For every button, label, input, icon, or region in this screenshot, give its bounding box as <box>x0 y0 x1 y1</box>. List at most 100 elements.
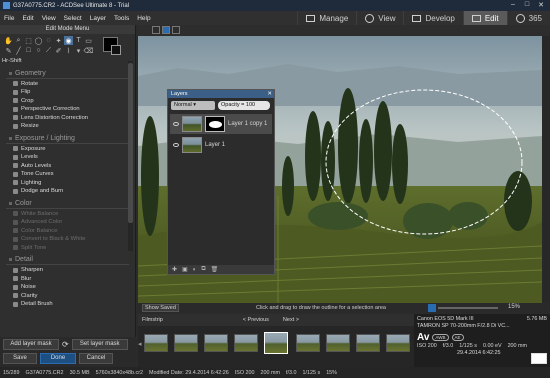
pen-tool-icon[interactable]: ✐ <box>54 46 63 55</box>
layer-mask-thumbnail[interactable] <box>205 116 225 132</box>
delete-layer-icon[interactable]: 🗑 <box>211 266 219 273</box>
filmstrip-thumbnail[interactable] <box>326 334 350 352</box>
zoom-slider[interactable] <box>438 307 498 309</box>
duplicate-layer-icon[interactable]: ▣ <box>182 266 188 273</box>
menu-select[interactable]: Select <box>60 15 86 22</box>
hand-tool-icon[interactable]: ✋ <box>4 36 13 45</box>
circle-tool-icon[interactable]: ○ <box>34 46 43 55</box>
zoom-fit-icon[interactable] <box>428 304 436 312</box>
tool-crop[interactable]: Crop <box>6 97 129 106</box>
close-icon[interactable]: ✕ <box>534 0 548 9</box>
magic-wand-icon[interactable]: ✦ <box>54 36 63 45</box>
panel-scrollbar[interactable] <box>128 61 133 251</box>
layer-row[interactable]: Layer 1 copy 1 <box>170 114 272 134</box>
tool-levels[interactable]: Levels <box>6 153 129 162</box>
menu-file[interactable]: File <box>0 15 18 22</box>
tool-lighting[interactable]: Lighting <box>6 179 129 188</box>
brush-tool-icon[interactable]: ✎ <box>4 46 13 55</box>
section-title[interactable]: Exposure / Lighting <box>6 135 129 142</box>
merge-icon[interactable]: ⧉ <box>201 266 205 273</box>
tool-resize[interactable]: Resize <box>6 122 129 131</box>
cancel-button[interactable]: Cancel <box>79 352 113 364</box>
previous-button[interactable]: < Previous <box>243 317 269 323</box>
tool-auto-levels[interactable]: Auto Levels <box>6 162 129 171</box>
menu-edit[interactable]: Edit <box>18 15 37 22</box>
lens-name: TAMRON SP 70-200mm F/2.8 Di VC... <box>417 323 510 329</box>
close-icon[interactable]: ✕ <box>267 90 272 98</box>
blend-mode-select[interactable]: Normal ▾ <box>171 101 215 110</box>
tool-blur[interactable]: Blur <box>6 275 129 284</box>
ellipse-select-icon[interactable]: ◯ <box>34 36 43 45</box>
diag-tool-icon[interactable]: ⟋ <box>44 46 53 55</box>
zoom-tool-icon[interactable]: ⌕ <box>14 36 23 45</box>
menu-layer[interactable]: Layer <box>86 15 110 22</box>
menu-tools[interactable]: Tools <box>110 15 133 22</box>
set-layer-mask-button[interactable]: Set layer mask <box>71 338 128 350</box>
section-title[interactable]: Detail <box>6 256 129 263</box>
opacity-slider[interactable]: Opacity = 100 <box>218 101 270 110</box>
save-button[interactable]: Save <box>3 352 37 364</box>
tool-flip[interactable]: Flip <box>6 88 129 97</box>
tool-detail-brush[interactable]: Detail Brush <box>6 300 129 309</box>
selection-mode-icon[interactable] <box>162 26 170 34</box>
minimize-icon[interactable]: – <box>506 0 520 9</box>
mode-develop[interactable]: Develop <box>403 11 462 25</box>
view-mode-icon[interactable] <box>152 26 160 34</box>
layer-row[interactable]: Layer 1 <box>170 135 272 155</box>
refresh-icon[interactable]: ⟳ <box>62 340 69 349</box>
tool-clarity[interactable]: Clarity <box>6 292 129 301</box>
rect-tool-icon[interactable]: □ <box>24 46 33 55</box>
done-button[interactable]: Done <box>40 352 76 364</box>
add-layer-icon[interactable]: ✚ <box>172 266 177 273</box>
lasso-tool-icon[interactable]: ◌ <box>44 36 53 45</box>
eye-icon[interactable] <box>173 122 179 126</box>
mask-mode-icon[interactable] <box>172 26 180 34</box>
tool-rotate[interactable]: Rotate <box>6 80 129 89</box>
fill-tool-icon[interactable]: ▾ <box>74 46 83 55</box>
tool-exposure[interactable]: Exposure <box>6 145 129 154</box>
status-bar: Show Saved Click and drag to draw the ou… <box>138 303 550 313</box>
eyedropper-icon[interactable]: ⌇ <box>64 46 73 55</box>
shape-tool-icon[interactable]: ▭ <box>84 36 93 45</box>
mask-icon[interactable]: ◐ <box>193 267 197 273</box>
mode-edit[interactable]: Edit <box>462 11 507 25</box>
add-layer-mask-button[interactable]: Add layer mask <box>3 338 59 350</box>
text-tool-icon[interactable]: T <box>74 36 83 45</box>
next-button[interactable]: Next > <box>283 317 299 323</box>
filmstrip-thumbnail[interactable] <box>296 334 320 352</box>
section-title[interactable]: Geometry <box>6 70 129 77</box>
filmstrip-thumbnail[interactable] <box>174 334 198 352</box>
eraser-tool-icon[interactable]: ⌫ <box>84 46 94 55</box>
maximize-icon[interactable]: □ <box>520 0 534 9</box>
line-tool-icon[interactable]: ╱ <box>14 46 23 55</box>
tool-perspective[interactable]: Perspective Correction <box>6 105 129 114</box>
tool-tone-curves[interactable]: Tone Curves <box>6 170 129 179</box>
tool-dodge-burn[interactable]: Dodge and Burn <box>6 187 129 196</box>
edit-mode-menu[interactable]: Edit Mode Menu <box>0 25 135 34</box>
filmstrip-thumbnail[interactable] <box>234 334 258 352</box>
show-saved-button[interactable]: Show Saved <box>142 304 179 312</box>
menu-view[interactable]: View <box>38 15 60 22</box>
filmstrip-thumbnail[interactable] <box>356 334 380 352</box>
filmstrip-thumbnail[interactable] <box>386 334 410 352</box>
filmstrip-thumbnail[interactable] <box>144 334 168 352</box>
marquee-tool-icon[interactable]: ⬚ <box>24 36 33 45</box>
mode-manage[interactable]: Manage <box>297 11 356 25</box>
levels-icon <box>13 154 18 160</box>
tool-sharpen[interactable]: Sharpen <box>6 266 129 275</box>
mode-view[interactable]: View <box>356 11 403 25</box>
chevron-left-icon[interactable]: ◂ <box>138 340 142 348</box>
filmstrip-thumbnail-selected[interactable] <box>264 332 288 354</box>
tool-lens-distortion[interactable]: Lens Distortion Correction <box>6 114 129 123</box>
lens-icon[interactable] <box>531 353 547 364</box>
menu-help[interactable]: Help <box>133 15 154 22</box>
selection-brush-icon[interactable]: ◉ <box>64 36 73 45</box>
layers-panel-title[interactable]: Layers ✕ <box>168 90 274 98</box>
zoom-value[interactable]: 15% <box>508 304 520 310</box>
filmstrip-thumbnail[interactable] <box>204 334 228 352</box>
mode-365[interactable]: 365 <box>506 11 550 25</box>
background-color-swatch[interactable] <box>111 45 121 55</box>
section-title[interactable]: Color <box>6 200 129 207</box>
tool-noise[interactable]: Noise <box>6 283 129 292</box>
eye-icon[interactable] <box>173 143 179 147</box>
